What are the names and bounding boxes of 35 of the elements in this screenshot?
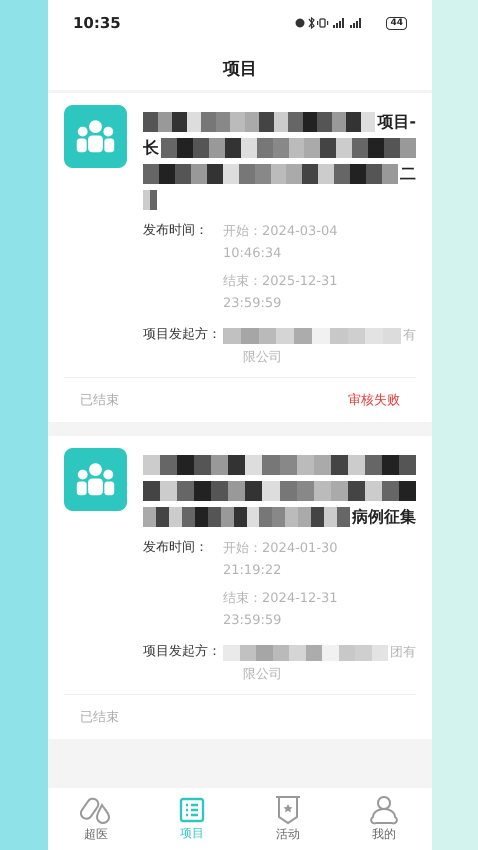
list-icon — [178, 796, 206, 824]
end-time: 23:59:59 — [223, 295, 282, 313]
star-badge-icon — [274, 795, 302, 825]
organizer-name-fragment: 团有 — [390, 644, 416, 662]
organizer-label: 项目发起方： — [143, 643, 222, 661]
project-card[interactable]: 病例征集 发布时间： 开始：2024-01-30 21:19:22 结束：2024-12-31 23:59:59 项目发起方： 团有 限公司 已结束 — [48, 436, 432, 739]
start-date: 开始：2024-03-04 — [223, 223, 339, 241]
end-date: 结束：2025-12-31 — [223, 273, 339, 291]
start-time: 21:19:22 — [223, 562, 282, 580]
end-time: 23:59:59 — [223, 612, 282, 630]
organizer-name-fragment: 限公司 — [243, 666, 282, 684]
pills-icon — [80, 795, 112, 825]
project-title-fragment: 长 — [143, 138, 159, 158]
group-icon — [64, 105, 127, 168]
battery-level: 44 — [386, 16, 407, 30]
project-status: 已结束 — [80, 392, 119, 409]
project-status: 已结束 — [80, 709, 119, 726]
organizer-name-fragment: 限公司 — [243, 349, 282, 367]
project-title-fragment: 病例征集 — [352, 506, 416, 528]
project-title-fragment: 二 — [400, 164, 416, 184]
project-title-fragment: 项目- — [377, 112, 416, 132]
review-status: 审核失败 — [348, 392, 400, 409]
organizer-label: 项目发起方： — [143, 326, 222, 344]
group-icon — [64, 448, 127, 511]
organizer-name-fragment: 有 — [403, 327, 416, 345]
end-date: 结束：2024-12-31 — [223, 590, 339, 608]
person-icon — [370, 795, 398, 825]
publish-time-label: 发布时间： — [143, 222, 209, 240]
start-date: 开始：2024-01-30 — [223, 540, 339, 558]
status-time: 10:35 — [73, 14, 121, 32]
page-title: 项目 — [223, 58, 257, 80]
mosaic-drawing — [143, 190, 157, 210]
publish-time-label: 发布时间： — [143, 539, 209, 557]
project-card[interactable]: 项目- 长 二 发布时间： 开始：2024-03-04 10:46:34 结束：2025-12-31 23:59:59 项目发起方： 有 限公司 已结束 审核失败 — [48, 93, 432, 422]
start-time: 10:46:34 — [223, 245, 282, 263]
